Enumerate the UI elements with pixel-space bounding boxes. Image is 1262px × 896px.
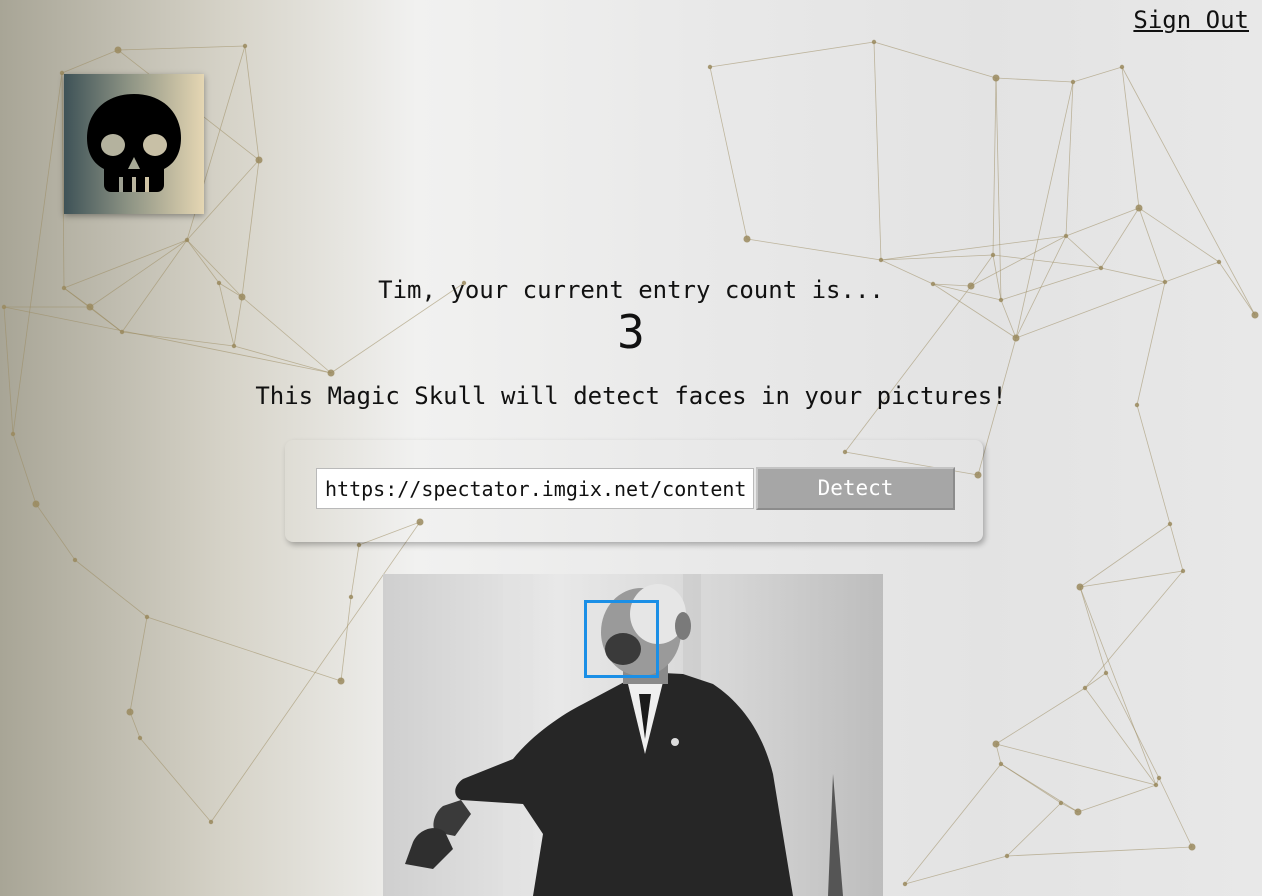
network-line: [117, 45, 246, 51]
network-line: [873, 41, 997, 79]
network-line: [12, 433, 37, 505]
network-node: [1074, 808, 1082, 816]
network-node: [337, 677, 345, 685]
network-node: [348, 594, 354, 600]
network-line: [1105, 672, 1160, 779]
network-line: [1084, 570, 1184, 689]
network-node: [878, 257, 884, 263]
network-node: [1216, 259, 1222, 265]
network-line: [1079, 523, 1171, 588]
network-node: [998, 761, 1004, 767]
network-line: [992, 77, 997, 256]
network-node: [902, 881, 908, 887]
network-line: [146, 616, 342, 682]
network-line: [129, 616, 148, 713]
network-node: [1063, 233, 1069, 239]
network-line: [139, 737, 212, 823]
network-line: [1138, 207, 1220, 263]
network-line: [350, 544, 360, 598]
network-line: [35, 503, 76, 561]
network-line: [995, 743, 1157, 786]
network-line: [904, 855, 1008, 885]
network-line: [61, 49, 119, 74]
network-node: [327, 369, 335, 377]
network-line: [1065, 235, 1102, 269]
network-line: [1006, 802, 1062, 857]
network-node: [208, 819, 214, 825]
network-node: [1004, 853, 1010, 859]
network-line: [995, 77, 1074, 83]
network-node: [871, 39, 877, 45]
network-node: [32, 500, 40, 508]
network-line: [1121, 66, 1140, 209]
app-tagline: This Magic Skull will detect faces in yo…: [255, 382, 1007, 410]
network-line: [1072, 66, 1123, 83]
network-line: [1006, 846, 1193, 857]
sign-out-link[interactable]: Sign Out: [1133, 6, 1249, 34]
network-node: [990, 252, 996, 258]
network-node: [1188, 843, 1196, 851]
image-url-input[interactable]: [316, 468, 754, 509]
network-line: [1158, 777, 1193, 848]
network-node: [707, 64, 713, 70]
network-node: [1156, 775, 1162, 781]
network-line: [1079, 570, 1184, 588]
network-line: [1169, 523, 1184, 572]
network-line: [746, 238, 882, 261]
network-node: [743, 235, 751, 243]
network-node: [1082, 685, 1088, 691]
network-line: [709, 66, 748, 240]
network-node: [10, 431, 16, 437]
network-node: [1180, 568, 1186, 574]
network-node: [72, 557, 78, 563]
network-line: [12, 72, 63, 435]
network-node: [144, 614, 150, 620]
network-line: [709, 41, 875, 68]
network-node: [1119, 64, 1125, 70]
network-node: [1098, 265, 1104, 271]
network-line: [129, 711, 141, 739]
network-line: [340, 596, 352, 682]
network-node: [992, 740, 1000, 748]
network-node: [1135, 204, 1143, 212]
logo: [64, 74, 204, 214]
network-node: [1103, 670, 1109, 676]
network-node: [1070, 79, 1076, 85]
network-line: [1065, 81, 1074, 237]
network-line: [1079, 586, 1107, 674]
network-line: [1000, 763, 1079, 813]
network-line: [1136, 404, 1171, 525]
network-node: [992, 74, 1000, 82]
network-node: [1153, 782, 1159, 788]
network-line: [995, 687, 1086, 745]
network-line: [1077, 784, 1157, 813]
network-node: [1076, 583, 1084, 591]
network-node: [114, 46, 122, 54]
network-line: [1065, 207, 1140, 237]
detect-button[interactable]: Detect: [756, 467, 955, 510]
face-bounding-box: [584, 600, 659, 678]
network-node: [255, 156, 263, 164]
network-node: [184, 237, 190, 243]
network-node: [137, 735, 143, 741]
skull-icon: [87, 94, 181, 192]
network-line: [1138, 207, 1166, 283]
network-line: [74, 559, 148, 618]
network-line: [244, 45, 260, 161]
network-line: [995, 77, 1002, 301]
network-line: [904, 763, 1002, 885]
network-node: [1058, 800, 1064, 806]
network-node: [242, 43, 248, 49]
entry-count-value: 3: [617, 305, 645, 359]
network-node: [356, 542, 362, 548]
network-node: [126, 708, 134, 716]
entry-count-message: Tim, your current entry count is...: [378, 276, 884, 304]
network-node: [1167, 521, 1173, 527]
network-line: [873, 41, 882, 261]
network-line: [1100, 207, 1140, 269]
